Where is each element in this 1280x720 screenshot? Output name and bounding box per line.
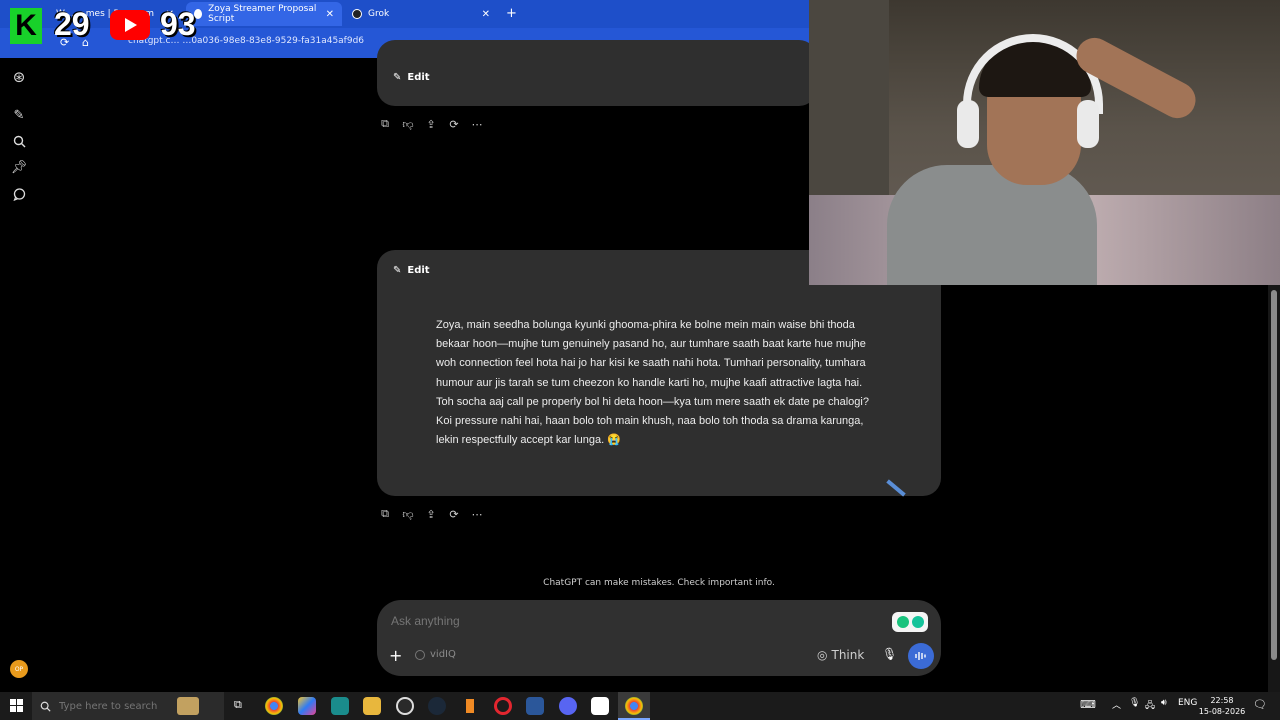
edit-button-label: Edit: [407, 265, 430, 276]
vidiq-icon: [415, 649, 425, 660]
message-text: Zoya, main seedha bolunga kyunki ghooma-…: [436, 319, 869, 447]
volume-icon[interactable]: 🔊︎: [1161, 698, 1167, 708]
lightbulb-icon: ◎: [817, 648, 828, 662]
windows-start-icon[interactable]: [10, 699, 24, 713]
webcam-headset-ear-right: [1077, 100, 1099, 148]
vlc-icon[interactable]: [461, 697, 479, 715]
kick-logo: K: [10, 8, 42, 44]
waveform-icon: [915, 652, 926, 660]
grammarly-icon: [911, 616, 924, 628]
new-chat-icon[interactable]: ✎: [11, 107, 27, 123]
opera-icon[interactable]: [494, 697, 512, 715]
share-icon[interactable]: ⇪: [424, 117, 438, 131]
screen: W… …mes | P… …am ✕ Zoya Streamer Proposa…: [0, 0, 1280, 720]
vidiq-label: vidIQ: [430, 649, 456, 660]
scrollbar-thumb[interactable]: [1271, 290, 1277, 660]
message-actions-previous: ⧉ 👎︎ ⇪ ⟳ ⋯: [378, 117, 484, 131]
webcam-person-shirt: [887, 165, 1097, 285]
file-explorer-icon[interactable]: [363, 697, 381, 715]
tab-zoya-proposal[interactable]: Zoya Streamer Proposal Script ✕: [186, 2, 342, 26]
tab-zoya-proposal-label: Zoya Streamer Proposal Script: [208, 4, 317, 24]
app-icon[interactable]: [591, 697, 609, 715]
pencil-icon: ✎: [393, 265, 402, 276]
pin-icon[interactable]: 📌︎: [11, 159, 28, 175]
search-highlight-icon: [177, 697, 199, 715]
taskbar-search[interactable]: [32, 692, 224, 720]
taskbar: ⧉ ⌨ ︿ 🎙︎ 🖧 🔊︎ ENG 22:58 15-08-2026 🗨︎: [0, 692, 1280, 720]
add-attachment-button[interactable]: +: [389, 646, 402, 665]
regenerate-icon[interactable]: ⟳: [447, 117, 461, 131]
search-icon[interactable]: [11, 133, 27, 149]
discord-icon[interactable]: [559, 697, 577, 715]
obs-icon[interactable]: [396, 697, 414, 715]
clock-time: 22:58: [1210, 696, 1234, 705]
clock-date: 15-08-2026: [1198, 707, 1246, 716]
kick-viewer-count: 29: [54, 6, 90, 42]
edit-button-label: Edit: [407, 72, 430, 83]
taskbar-search-input[interactable]: [59, 700, 169, 712]
network-icon[interactable]: 🖧: [1145, 698, 1155, 714]
close-icon[interactable]: ✕: [482, 9, 490, 20]
chat-bubble-icon[interactable]: [11, 186, 27, 202]
tab-grok[interactable]: Grok ✕: [344, 2, 498, 26]
think-button[interactable]: ◎ Think: [817, 648, 864, 662]
webcam-feed: [809, 0, 1280, 285]
copy-icon[interactable]: ⧉: [378, 507, 392, 521]
new-tab-button[interactable]: +: [506, 6, 517, 21]
task-view-icon[interactable]: ⧉: [234, 698, 242, 712]
chrome-icon: [625, 697, 643, 715]
edit-button[interactable]: ✎ Edit: [393, 72, 430, 83]
search-icon: [40, 701, 51, 712]
app-icon[interactable]: [331, 697, 349, 715]
think-label: Think: [831, 648, 865, 662]
user-message-bubble-previous: [377, 40, 817, 106]
voice-mode-button[interactable]: [908, 643, 934, 669]
steam-icon[interactable]: [428, 697, 446, 715]
avatar[interactable]: OP: [10, 660, 28, 678]
regenerate-icon[interactable]: ⟳: [447, 507, 461, 521]
language-indicator[interactable]: ENG: [1178, 698, 1197, 708]
youtube-logo-icon: [110, 10, 150, 40]
webcam-headset-ear-left: [957, 100, 979, 148]
copilot-icon[interactable]: [298, 697, 316, 715]
tab-grok-label: Grok: [368, 9, 390, 19]
feedback-icon[interactable]: 👎︎: [401, 507, 415, 521]
keyboard-icon[interactable]: ⌨: [1080, 698, 1096, 711]
pencil-icon: ✎: [393, 72, 402, 83]
extension-icon: [896, 616, 909, 628]
word-icon[interactable]: [526, 697, 544, 715]
share-icon[interactable]: ⇪: [424, 507, 438, 521]
message-actions: ⧉ 👎︎ ⇪ ⟳ ⋯: [378, 507, 484, 521]
composer: + vidIQ ◎ Think 🎙︎: [377, 600, 941, 676]
sidebar-rail: ⊛ ✎ 📌︎ OP: [0, 58, 38, 692]
more-icon[interactable]: ⋯: [470, 117, 484, 131]
openai-logo-icon[interactable]: ⊛: [11, 68, 27, 86]
chrome-active-window[interactable]: [618, 692, 650, 720]
disclaimer: ChatGPT can make mistakes. Check importa…: [543, 578, 775, 588]
extension-badge[interactable]: [892, 612, 928, 632]
copy-icon[interactable]: ⧉: [378, 117, 392, 131]
vidiq-button[interactable]: vidIQ: [415, 649, 456, 660]
microphone-icon[interactable]: 🎙︎: [882, 647, 897, 661]
prompt-input[interactable]: [391, 614, 791, 628]
microphone-icon[interactable]: 🎙︎: [1129, 698, 1140, 708]
close-icon[interactable]: ✕: [326, 9, 334, 20]
chrome-icon[interactable]: [265, 697, 283, 715]
chevron-up-icon[interactable]: ︿: [1112, 698, 1121, 711]
clock[interactable]: 22:58 15-08-2026: [1198, 695, 1246, 717]
more-icon[interactable]: ⋯: [470, 507, 484, 521]
grok-favicon-icon: [352, 9, 362, 19]
youtube-viewer-count: 93: [160, 6, 196, 42]
edit-button[interactable]: ✎ Edit: [393, 265, 430, 276]
feedback-icon[interactable]: 👎︎: [401, 117, 415, 131]
notification-icon[interactable]: 🗨︎: [1253, 698, 1267, 711]
